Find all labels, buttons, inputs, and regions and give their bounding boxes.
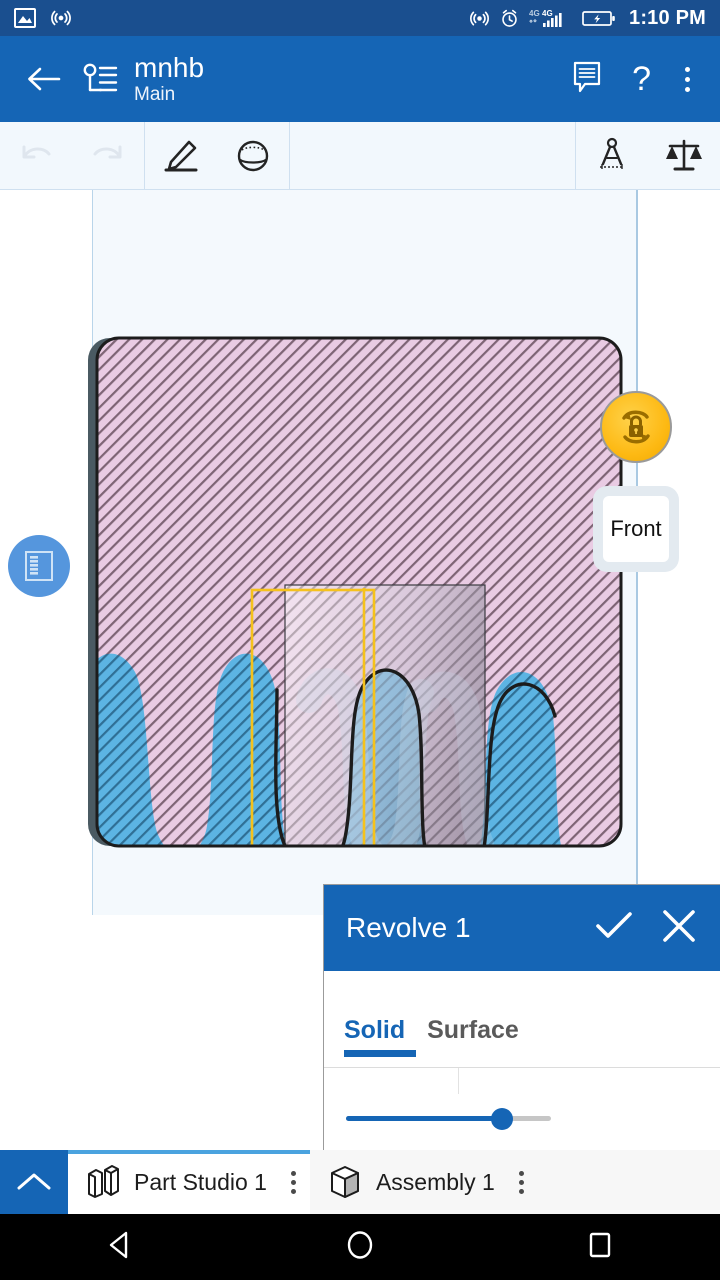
tab-label: Part Studio 1 <box>134 1168 267 1195</box>
hotspot-icon <box>51 10 71 26</box>
status-clock: 1:10 PM <box>629 6 706 29</box>
nav-recents-button[interactable] <box>583 1228 617 1267</box>
view-cube-face-label[interactable]: Front <box>603 496 669 562</box>
revolve-dialog: Revolve 1 Solid Surface <box>323 884 720 1151</box>
measure-compass-icon <box>600 137 624 169</box>
rotation-lock-button[interactable] <box>600 391 672 463</box>
redo-icon <box>93 145 122 158</box>
overflow-menu-icon[interactable] <box>677 63 698 96</box>
slider-thumb[interactable] <box>491 1108 513 1130</box>
alarm-clock-icon <box>502 9 517 27</box>
comment-icon <box>573 61 601 92</box>
bottom-tab-bar: Part Studio 1 Assembly 1 <box>0 1150 720 1214</box>
revolve-icon <box>237 140 269 171</box>
slider-fill <box>346 1116 501 1121</box>
redo-button[interactable] <box>72 122 144 189</box>
app-root: 4G 4G 1:10 PM mnhb Main ? Front Revolve … <box>0 0 720 1280</box>
tab-part-studio-1[interactable]: Part Studio 1 <box>68 1150 310 1214</box>
header-actions: ? <box>572 60 702 99</box>
nav-home-button[interactable] <box>343 1228 377 1267</box>
toolbar-empty-space <box>290 122 576 189</box>
solid-surface-tabs: Solid Surface <box>324 971 720 1067</box>
document-name: mnhb <box>134 51 205 83</box>
status-left-icons <box>14 7 72 29</box>
nav-back-button[interactable] <box>103 1228 137 1267</box>
revolve-parameter-row <box>324 1067 720 1151</box>
overflow-menu-icon[interactable] <box>518 1170 524 1194</box>
svg-text:4G: 4G <box>529 9 540 18</box>
nav-home-circle-icon <box>347 1230 373 1259</box>
assembly-icon <box>330 1166 359 1198</box>
revolve-dialog-title: Revolve 1 <box>346 912 471 943</box>
tab-surface[interactable]: Surface <box>427 1016 519 1067</box>
comments-button[interactable] <box>572 60 606 99</box>
history-group <box>0 122 145 189</box>
back-button[interactable] <box>18 64 70 94</box>
back-arrow-icon <box>28 67 61 91</box>
status-right-icons: 4G 4G 1:10 PM <box>469 7 706 30</box>
feature-list-button[interactable] <box>8 535 70 597</box>
tab-solid[interactable]: Solid <box>344 1016 417 1067</box>
help-button[interactable]: ? <box>632 62 651 96</box>
undo-icon <box>22 145 51 158</box>
chevron-up-icon <box>17 1173 51 1190</box>
screenshot-image-icon <box>14 8 36 28</box>
collapse-panel-button[interactable] <box>0 1150 68 1214</box>
battery-charging-icon <box>582 10 615 26</box>
nav-recents-square-icon <box>589 1232 611 1257</box>
document-titles[interactable]: mnhb Main <box>134 51 205 106</box>
field-divider <box>458 1068 459 1094</box>
revolve-angle-slider[interactable] <box>346 1108 698 1130</box>
branch-button[interactable] <box>70 58 128 100</box>
app-header: mnhb Main ? <box>0 36 720 122</box>
checkmark-icon <box>596 911 632 938</box>
close-icon <box>663 909 695 942</box>
overflow-menu-icon[interactable] <box>290 1170 296 1194</box>
undo-button[interactable] <box>0 122 72 189</box>
feature-list-icon <box>25 551 53 581</box>
create-group <box>145 122 290 189</box>
mass-properties-scale-icon <box>666 139 702 170</box>
measure-button[interactable] <box>576 122 648 189</box>
signal-4g-dual-icon: 4G 4G <box>529 9 562 27</box>
hotspot-icon <box>470 11 489 25</box>
tab-label: Assembly 1 <box>375 1168 495 1195</box>
accept-button[interactable] <box>594 909 634 948</box>
view-cube[interactable]: Front <box>593 486 679 572</box>
tab-assembly-1[interactable]: Assembly 1 <box>309 1150 538 1214</box>
nav-back-triangle-icon <box>109 1231 128 1258</box>
svg-text:4G: 4G <box>542 9 553 18</box>
revolve-button[interactable] <box>217 122 289 189</box>
part-studio-icon <box>88 1165 119 1198</box>
analysis-group <box>576 122 720 189</box>
feature-toolbar <box>0 122 720 190</box>
revolve-dialog-header: Revolve 1 <box>324 885 720 971</box>
cancel-button[interactable] <box>660 907 698 950</box>
android-status-bar: 4G 4G 1:10 PM <box>0 0 720 36</box>
android-nav-bar <box>0 1214 720 1280</box>
mass-properties-button[interactable] <box>648 122 720 189</box>
revolve-dialog-body: Solid Surface <box>324 971 720 1151</box>
revolve-dialog-actions <box>594 907 698 950</box>
rotation-lock-icon <box>622 410 650 444</box>
workspace-name: Main <box>134 84 176 106</box>
sketch-pencil-icon <box>164 140 198 171</box>
branch-icon <box>83 63 118 92</box>
sketch-button[interactable] <box>145 122 217 189</box>
